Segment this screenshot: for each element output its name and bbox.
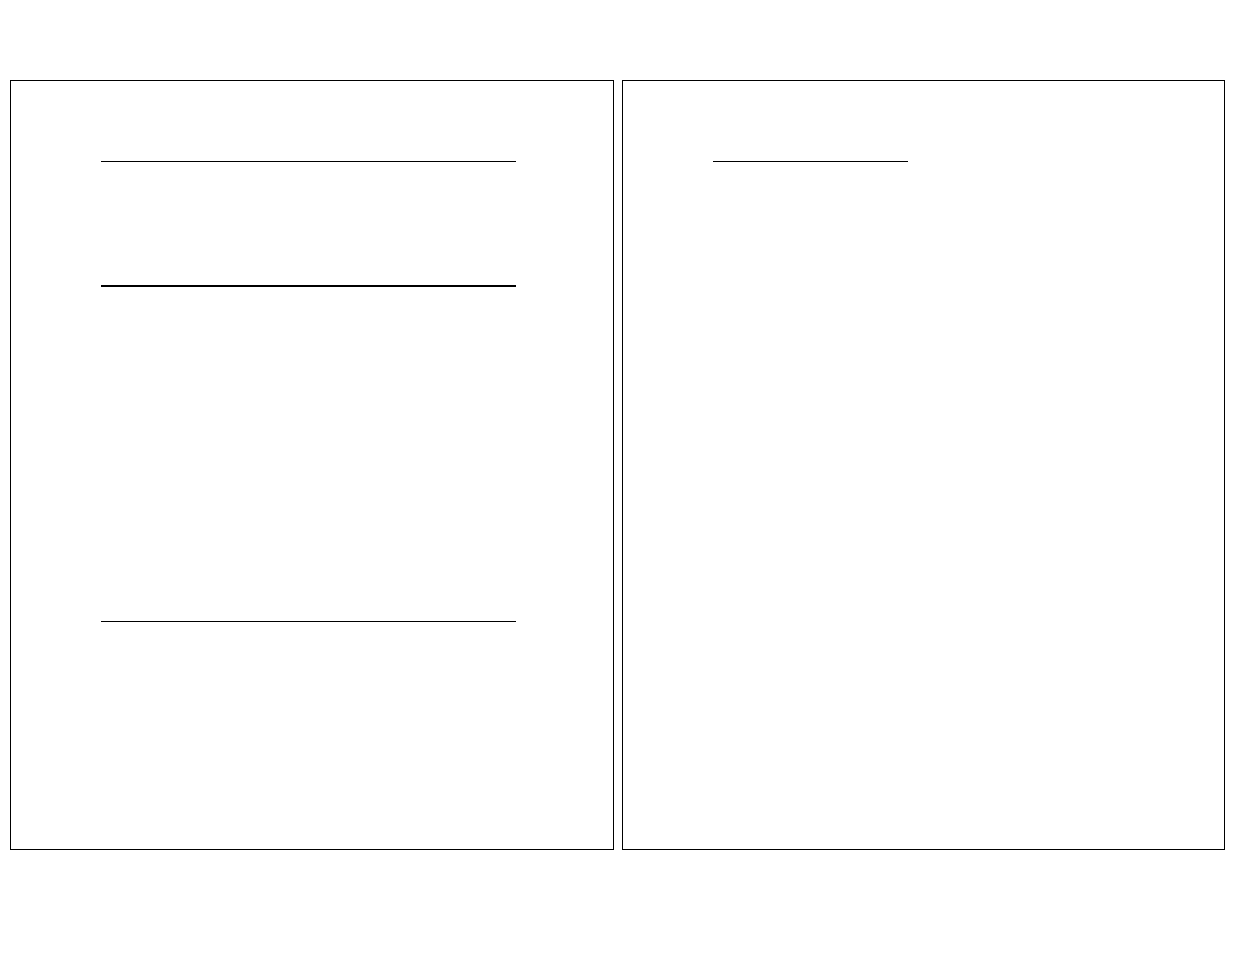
- divider-line: [101, 161, 516, 162]
- divider-line: [713, 161, 908, 162]
- two-panel-layout: [0, 0, 1235, 850]
- divider-line-thick: [101, 285, 516, 287]
- left-panel: [10, 80, 614, 850]
- divider-line: [101, 621, 516, 622]
- right-panel: [622, 80, 1226, 850]
